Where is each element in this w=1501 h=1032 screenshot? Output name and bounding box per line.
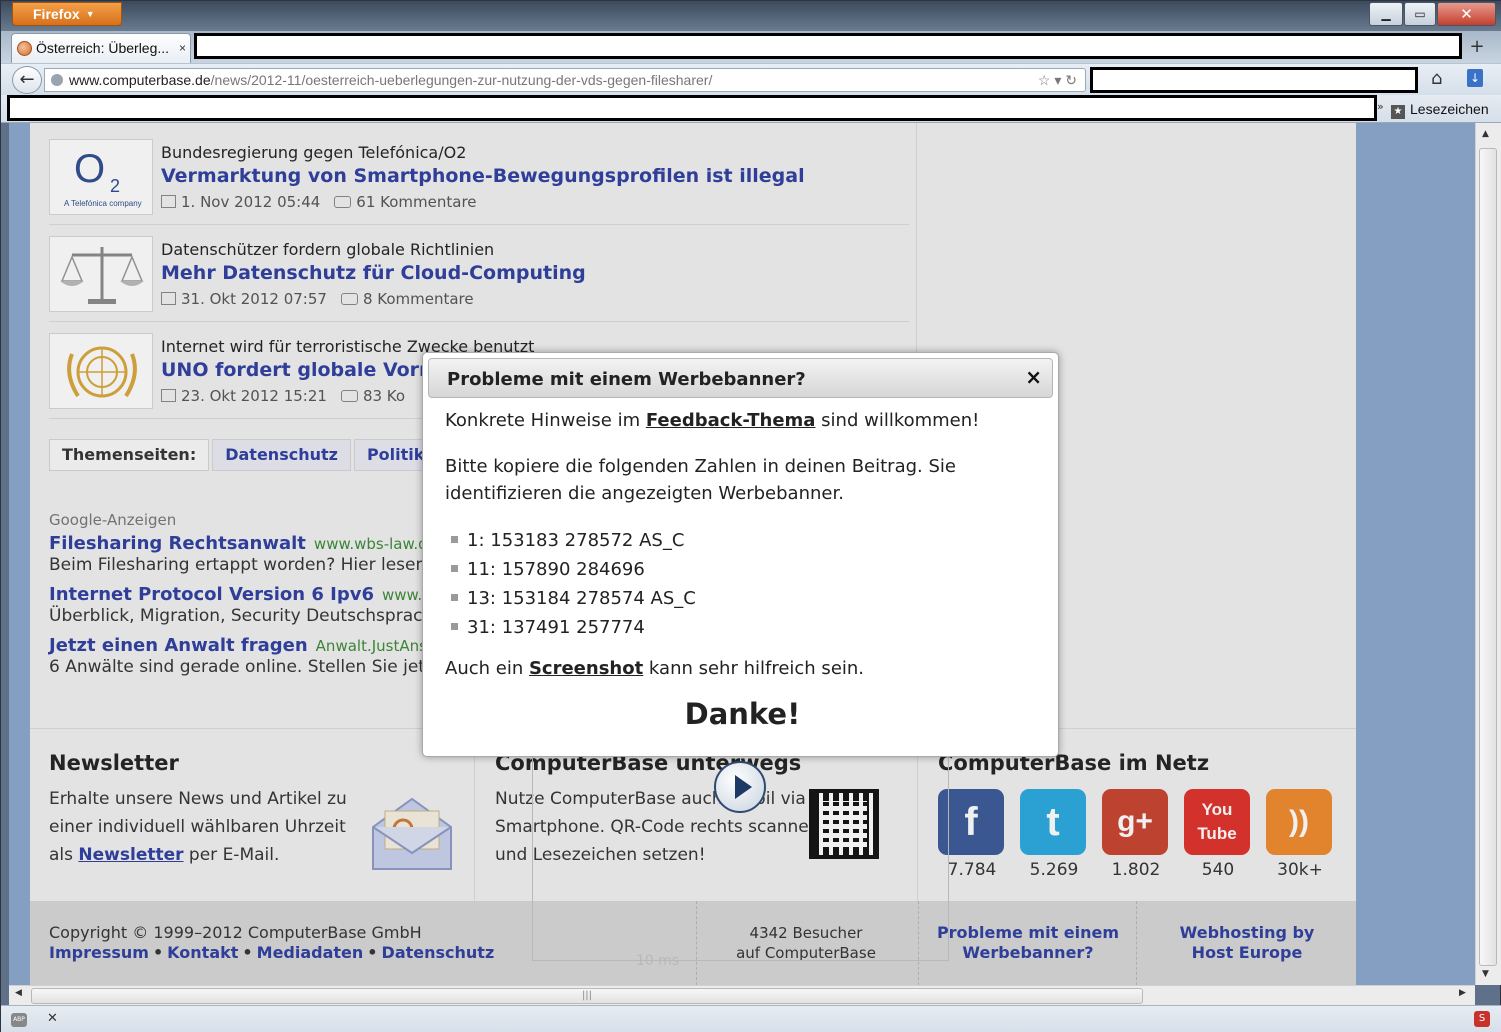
minimize-button[interactable]: ▁ bbox=[1369, 2, 1403, 26]
banner-code-item: 1: 153183 278572 AS_C bbox=[451, 526, 1040, 555]
bookmarks-label: Lesezeichen bbox=[1410, 101, 1489, 117]
dialog-title: Probleme mit einem Werbebanner? bbox=[447, 369, 806, 390]
bookmarks-star-icon: ★ bbox=[1391, 105, 1405, 119]
globe-icon bbox=[51, 74, 63, 86]
banner-code-item: 11: 157890 284696 bbox=[451, 555, 1040, 584]
url-host: www.computerbase.de bbox=[69, 72, 211, 88]
banner-code-item: 31: 137491 257774 bbox=[451, 613, 1040, 642]
vertical-scrollbar[interactable]: ▲ ▼ bbox=[1475, 123, 1501, 985]
dialog-header: Probleme mit einem Werbebanner? × bbox=[428, 358, 1053, 398]
feedback-thread-link[interactable]: Feedback-Thema bbox=[646, 410, 816, 431]
dialog-body: Konkrete Hinweise im Feedback-Thema sind… bbox=[445, 407, 1040, 731]
new-tab-button[interactable]: + bbox=[1467, 37, 1487, 59]
screenshot-link[interactable]: Screenshot bbox=[529, 658, 643, 679]
feedback-text-before: Konkrete Hinweise im bbox=[445, 410, 646, 431]
url-actions: ☆ ▾ ↻ bbox=[1038, 69, 1077, 91]
banner-code-list: 1: 153183 278572 AS_C 11: 157890 284696 … bbox=[451, 526, 1040, 642]
addon-bar: ABP ✕ S bbox=[1, 1005, 1501, 1032]
chevron-down-icon: ▼ bbox=[85, 9, 95, 19]
back-button[interactable]: ← bbox=[12, 66, 42, 94]
maximize-button[interactable]: ▭ bbox=[1404, 2, 1436, 26]
history-dropdown-icon[interactable]: ▾ bbox=[1054, 72, 1061, 88]
addon-icon[interactable]: S bbox=[1474, 1011, 1490, 1027]
close-icon[interactable]: × bbox=[1025, 365, 1042, 389]
close-addon-bar-icon[interactable]: ✕ bbox=[47, 1011, 58, 1026]
banner-code-item: 13: 153184 278574 AS_C bbox=[451, 584, 1040, 613]
reload-icon[interactable]: ↻ bbox=[1065, 72, 1077, 88]
redacted-search-area bbox=[1090, 67, 1418, 93]
bookmark-star-icon[interactable]: ☆ bbox=[1038, 72, 1051, 88]
firefox-menu-label: Firefox bbox=[33, 6, 80, 22]
dialog-thanks: Danke! bbox=[684, 697, 801, 731]
firefox-menu-button[interactable]: Firefox ▼ bbox=[12, 2, 122, 26]
close-tab-icon[interactable]: × bbox=[179, 34, 186, 62]
bookmarks-bar: » ★ Lesezeichen bbox=[1, 95, 1501, 123]
ad-problem-dialog: Probleme mit einem Werbebanner? × Konkre… bbox=[422, 352, 1059, 757]
computerbase-favicon-icon bbox=[17, 41, 32, 56]
horizontal-scrollbar[interactable]: ◀ ||| ▶ bbox=[9, 985, 1475, 1005]
navigation-bar: ← www.computerbase.de/news/2012-11/oeste… bbox=[1, 63, 1501, 95]
page-viewport: O 2 A Telefónica company Bundesregierung… bbox=[9, 123, 1475, 985]
scroll-up-arrow-icon[interactable]: ▲ bbox=[1482, 129, 1489, 139]
scroll-left-arrow-icon[interactable]: ◀ bbox=[15, 988, 22, 998]
feedback-text-after: sind willkommen! bbox=[815, 410, 980, 431]
dialog-screenshot-text: Auch ein Screenshot kann sehr hilfreich … bbox=[445, 655, 1040, 682]
bookmarks-menu-button[interactable]: ★ Lesezeichen bbox=[1391, 101, 1489, 119]
tab-active[interactable]: Österreich: Überleg... × bbox=[11, 33, 191, 63]
home-icon[interactable]: ⌂ bbox=[1431, 68, 1442, 89]
redacted-bookmarks bbox=[7, 95, 1377, 121]
screenshot-text-after: kann sehr hilfreich sein. bbox=[643, 658, 865, 679]
bookmarks-overflow-chevron-icon[interactable]: » bbox=[1377, 100, 1384, 113]
redacted-area bbox=[194, 33, 1462, 59]
download-icon[interactable]: ↓ bbox=[1467, 69, 1483, 87]
tab-title: Österreich: Überleg... bbox=[36, 40, 170, 56]
title-bar: Firefox ▼ ▁ ▭ ✕ bbox=[1, 1, 1501, 31]
scroll-right-arrow-icon[interactable]: ▶ bbox=[1459, 988, 1466, 998]
play-icon[interactable] bbox=[714, 761, 766, 813]
horizontal-scroll-thumb[interactable]: ||| bbox=[31, 988, 1143, 1004]
dialog-feedback-text: Konkrete Hinweise im Feedback-Thema sind… bbox=[445, 407, 1040, 434]
url-bar[interactable]: www.computerbase.de/news/2012-11/oesterr… bbox=[44, 68, 1086, 92]
browser-window: Firefox ▼ ▁ ▭ ✕ Österreich: Überleg... × … bbox=[0, 0, 1501, 1032]
adblock-plus-icon[interactable]: ABP bbox=[11, 1013, 27, 1027]
dialog-instructions: Bitte kopiere die folgenden Zahlen in de… bbox=[445, 456, 956, 504]
tab-strip: Österreich: Überleg... × + bbox=[1, 31, 1501, 63]
close-window-button[interactable]: ✕ bbox=[1437, 2, 1496, 26]
url-path: /news/2012-11/oesterreich-ueberlegungen-… bbox=[210, 72, 713, 88]
vertical-scroll-thumb[interactable] bbox=[1479, 148, 1497, 966]
screenshot-text-before: Auch ein bbox=[445, 658, 529, 679]
scroll-down-arrow-icon[interactable]: ▼ bbox=[1482, 969, 1489, 979]
